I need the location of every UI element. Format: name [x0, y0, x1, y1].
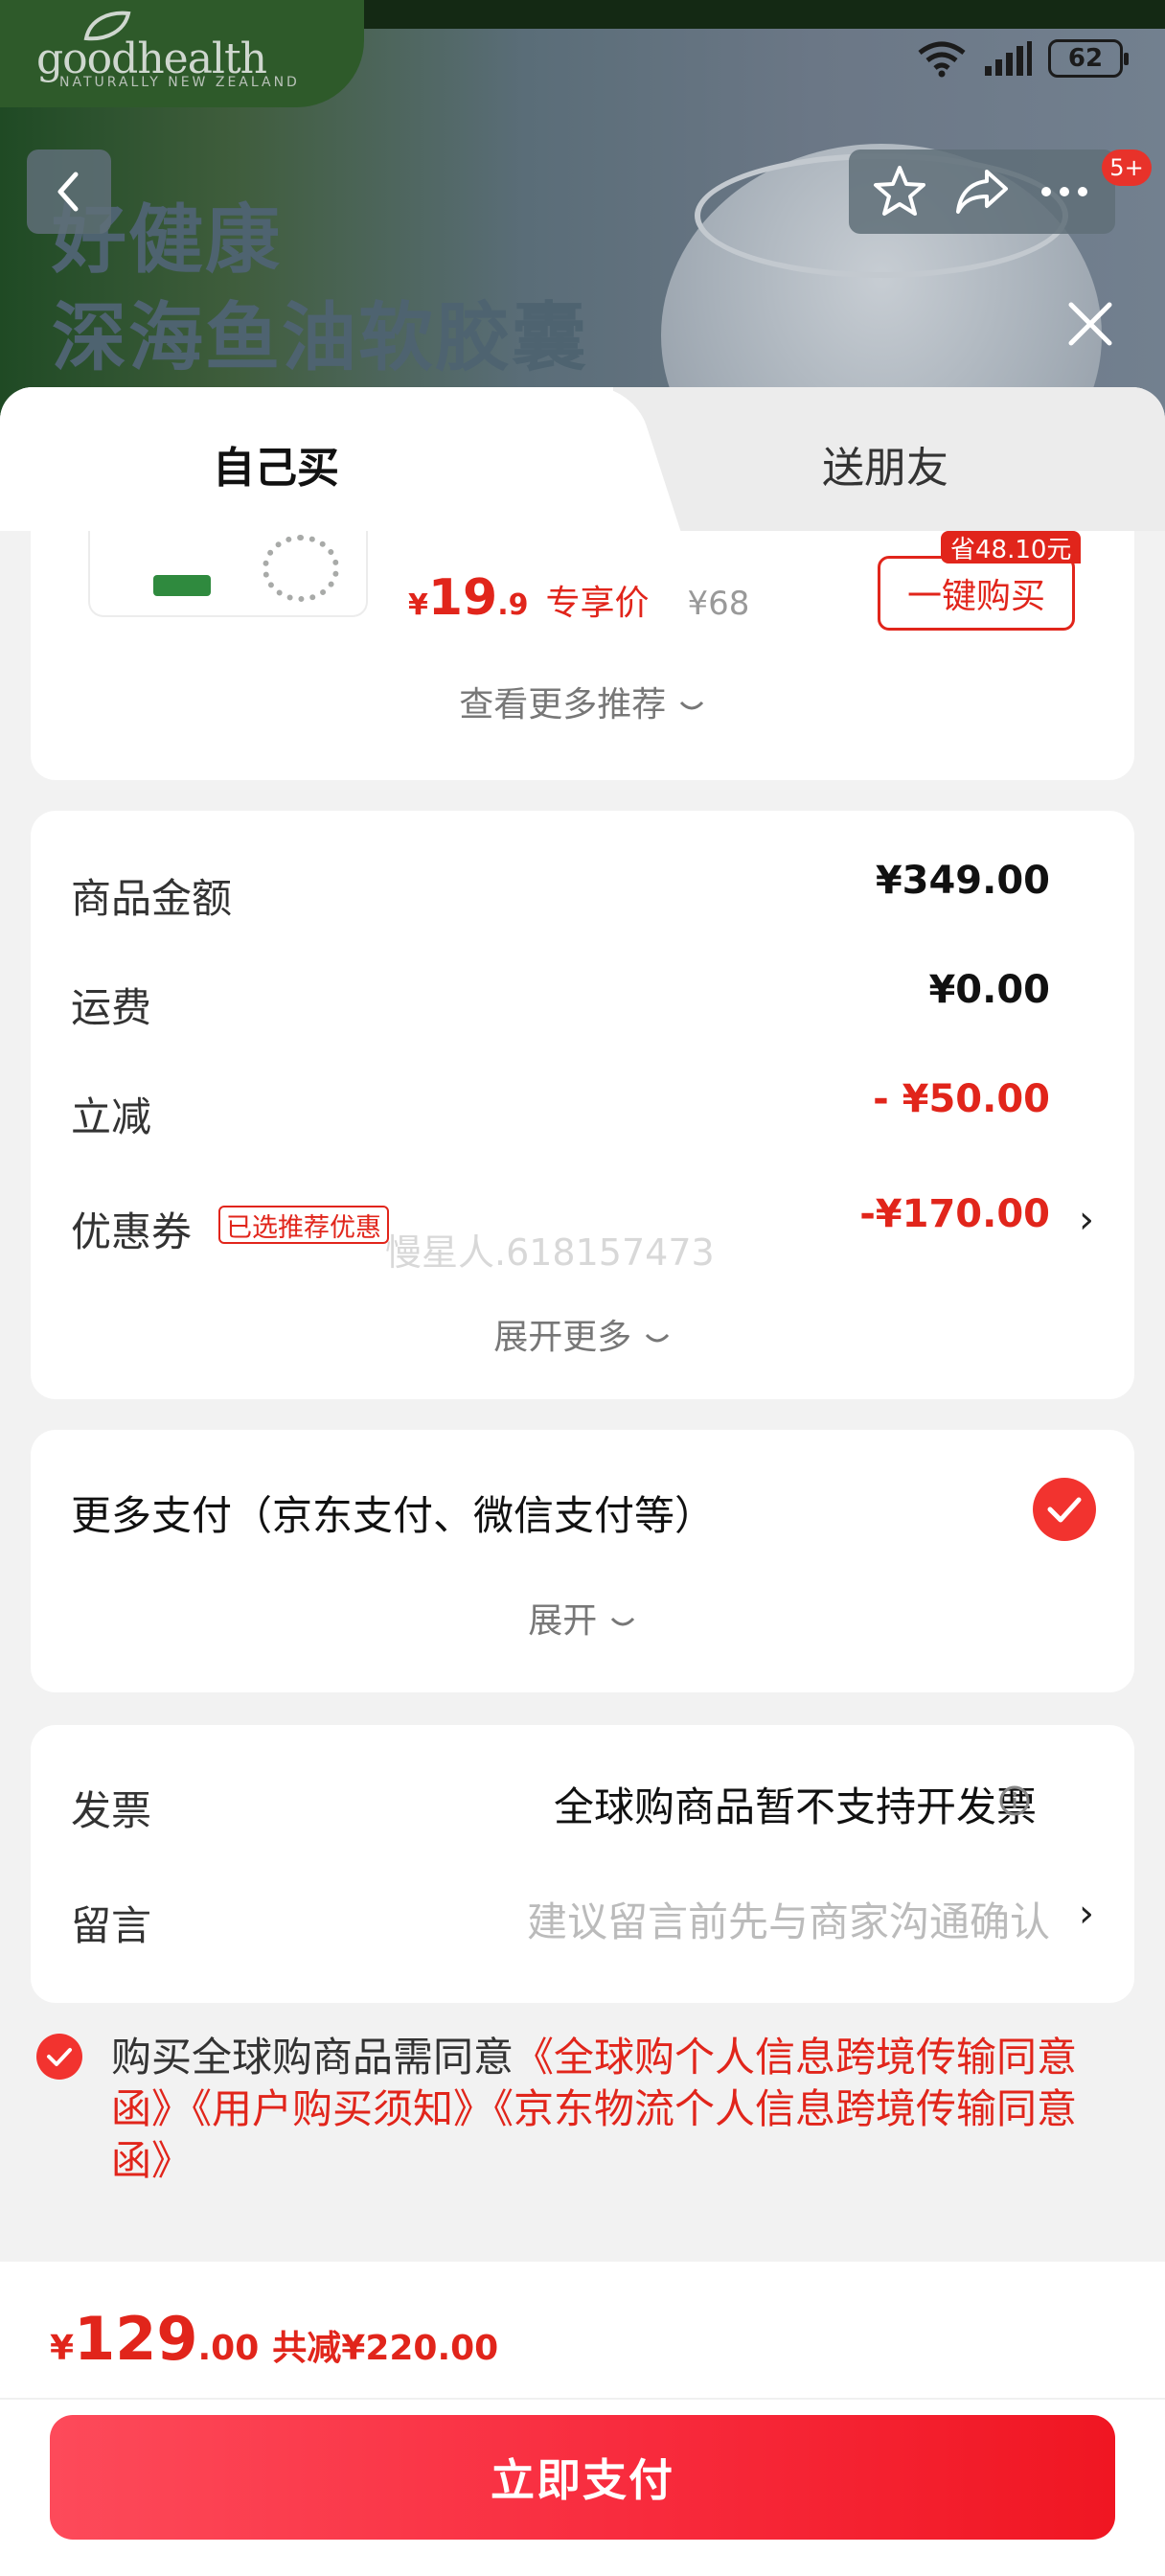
product-dots-graphic	[263, 535, 339, 602]
instant-discount-row: 立减 - ¥50.00	[71, 1077, 1094, 1140]
coupon-label: 优惠券	[71, 1208, 193, 1255]
instant-discount-value: - ¥50.00	[873, 1077, 1050, 1121]
view-more-recommendations[interactable]: 查看更多推荐	[31, 677, 1134, 726]
coupon-recommended-tag: 已选推荐优惠	[218, 1206, 389, 1244]
total-savings: 共减¥220.00	[272, 2329, 499, 2368]
share-icon[interactable]	[952, 162, 1012, 221]
nav-action-group	[849, 150, 1115, 234]
total-decimal: .00	[197, 2329, 260, 2368]
price-integer: 19	[427, 569, 498, 627]
total-currency: ¥	[50, 2329, 75, 2368]
check-icon	[1047, 1497, 1082, 1523]
instant-discount-label: 立减	[71, 1093, 152, 1140]
coupon-value: -¥170.00	[859, 1192, 1050, 1236]
product-label-strip	[153, 575, 211, 596]
payment-expand-toggle[interactable]: 展开	[31, 1593, 1134, 1643]
status-bar: 62	[916, 34, 1129, 82]
notification-badge: 5+	[1102, 150, 1152, 186]
payment-method-card[interactable]: 更多支付（京东支付、微信支付等） 展开	[31, 1430, 1134, 1692]
wifi-icon	[918, 41, 966, 78]
savings-tag: 省48.10元	[941, 531, 1082, 564]
price-decimal: .9	[497, 588, 529, 622]
goods-amount-row: 商品金额 ¥349.00	[71, 859, 1094, 922]
banner-headline: 好健康 深海鱼油软胶囊	[52, 192, 588, 387]
headline-line-1: 好健康	[52, 197, 283, 284]
price-currency: ¥	[408, 588, 428, 622]
payment-expand-label: 展开	[528, 1601, 598, 1641]
one-click-buy-button[interactable]: 一键购买	[878, 556, 1075, 631]
goods-amount-value: ¥349.00	[875, 859, 1050, 903]
agreement-checkbox[interactable]	[36, 2034, 82, 2080]
more-icon[interactable]	[1035, 162, 1094, 221]
chevron-left-icon	[57, 172, 79, 212]
back-button[interactable]	[27, 150, 111, 234]
checkout-sheet: 自己买 送朋友 ¥ 19 .9 专享价 ¥68 一键购买 省48.10元 查看更…	[0, 387, 1165, 2576]
chevron-down-icon	[610, 1617, 634, 1626]
info-icon[interactable]	[998, 1784, 1031, 1817]
invoice-label: 发票	[71, 1787, 152, 1834]
user-watermark: 慢星人.618157473	[385, 1231, 715, 1274]
total-integer: 129	[74, 2304, 198, 2374]
exclusive-price-label: 专享价	[545, 584, 650, 623]
agreement-prefix: 购买全球购商品需同意	[111, 2034, 514, 2081]
pay-now-button[interactable]: 立即支付	[50, 2415, 1115, 2540]
chevron-right-icon: ›	[1079, 1892, 1094, 1936]
tab-send-friend[interactable]: 送朋友	[822, 433, 948, 494]
shipping-value: ¥0.00	[928, 968, 1050, 1012]
recommended-price: ¥ 19 .9 专享价 ¥68	[408, 569, 749, 627]
chevron-down-icon	[679, 701, 703, 710]
checkout-footer: ¥ 129 .00 共减¥220.00 立即支付	[0, 2262, 1165, 2576]
recommended-product-image[interactable]	[88, 531, 368, 617]
payment-method-title: 更多支付（京东支付、微信支付等）	[71, 1492, 716, 1539]
close-icon[interactable]	[1060, 293, 1121, 355]
headline-line-2: 深海鱼油软胶囊	[52, 295, 589, 381]
message-input[interactable]: 建议留言前先与商家沟通确认	[527, 1890, 1050, 1948]
recommendation-card: ¥ 19 .9 专享价 ¥68 一键购买 省48.10元 查看更多推荐	[31, 531, 1134, 780]
chevron-down-icon	[645, 1333, 669, 1343]
chevron-right-icon: ›	[1079, 1198, 1094, 1242]
purchase-mode-tabs: 自己买 送朋友	[0, 387, 1165, 531]
expand-more-toggle[interactable]: 展开更多	[31, 1309, 1134, 1359]
signal-icon	[985, 41, 1032, 76]
price-summary-card: 商品金额 ¥349.00 运费 ¥0.00 立减 - ¥50.00 优惠券 已选…	[31, 811, 1134, 1399]
order-total: ¥ 129 .00 共减¥220.00	[50, 2304, 498, 2374]
view-more-label: 查看更多推荐	[459, 685, 667, 724]
goods-amount-label: 商品金额	[71, 875, 233, 922]
payment-selected-check[interactable]	[1033, 1478, 1096, 1541]
original-price: ¥68	[687, 585, 750, 623]
invoice-value: 全球购商品暂不支持开发票	[553, 1783, 1037, 1830]
shipping-row: 运费 ¥0.00	[71, 968, 1094, 1031]
star-icon[interactable]	[870, 162, 929, 221]
agreement-text: 购买全球购商品需同意《全球购个人信息跨境传输同意函》《用户购买须知》《京东物流个…	[111, 2032, 1136, 2187]
brand-tagline: NATURALLY NEW ZEALAND	[59, 75, 300, 90]
battery-indicator: 62	[1048, 39, 1129, 78]
message-label: 留言	[71, 1902, 152, 1949]
invoice-message-card: 发票 全球购商品暂不支持开发票 留言 › 建议留言前先与商家沟通确认	[31, 1725, 1134, 2003]
expand-more-label: 展开更多	[493, 1318, 632, 1357]
check-icon	[47, 2048, 72, 2066]
tab-buy-self[interactable]: 自己买	[213, 433, 339, 494]
footer-divider	[0, 2398, 1165, 2400]
shipping-label: 运费	[71, 984, 152, 1031]
